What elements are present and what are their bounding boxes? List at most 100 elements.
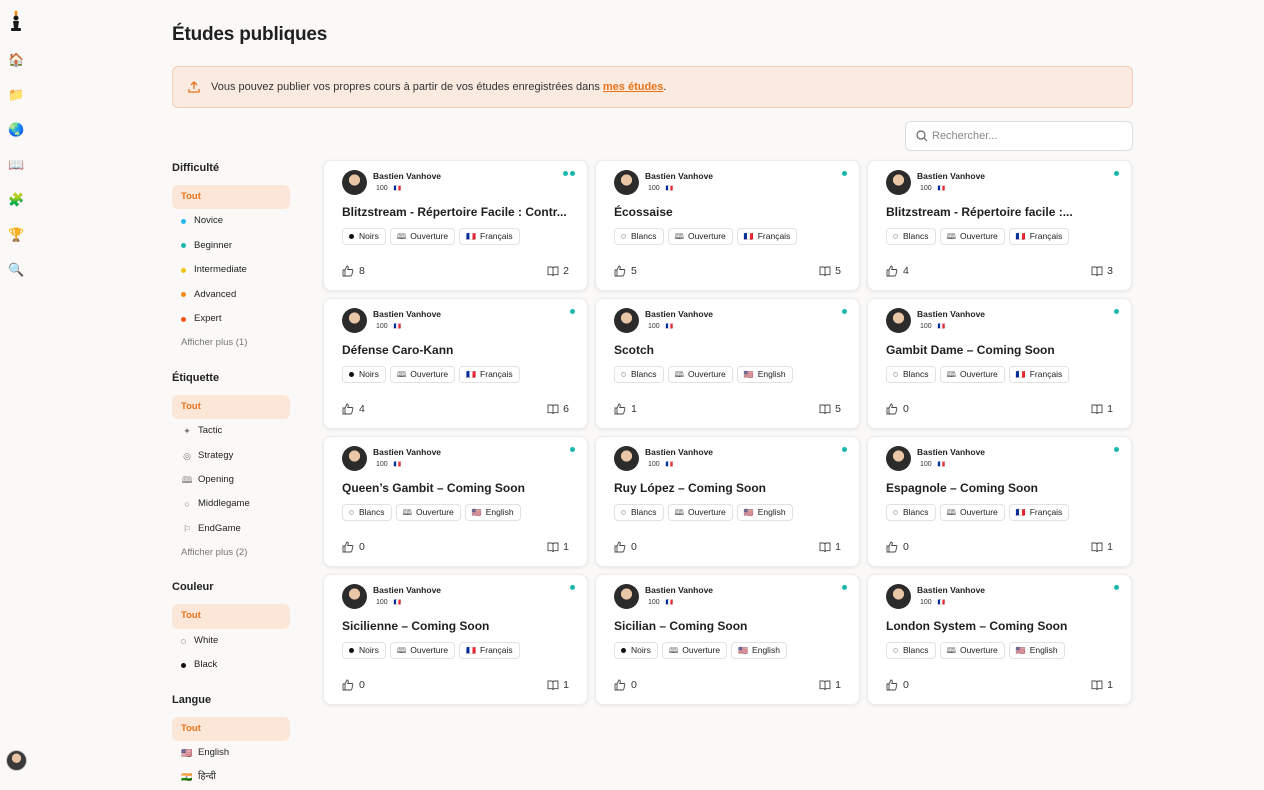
category-tag: 🕮 Ouverture	[939, 504, 1005, 521]
my-studies-link[interactable]: mes études	[603, 81, 664, 93]
filter-language-english[interactable]: 🇺🇸 English	[172, 741, 290, 765]
author-name: Bastien Vanhove	[917, 171, 986, 181]
globe-icon[interactable]: 🌏	[8, 122, 24, 138]
filter-tag-tactic[interactable]: ✦ Tactic	[172, 419, 290, 443]
filter-tag-endgame[interactable]: ⚐ EndGame	[172, 517, 290, 541]
filter-color-all[interactable]: Tout	[172, 604, 290, 629]
book-icon[interactable]: 📖	[8, 157, 24, 173]
study-card[interactable]: Bastien Vanhove 100 🇫🇷 Blitzstream - Répe…	[323, 160, 588, 291]
filter-difficulty-title: Difficulté	[172, 162, 220, 174]
study-card[interactable]: Bastien Vanhove 100 🇫🇷 Espagnole – Coming…	[867, 436, 1132, 567]
study-card[interactable]: Bastien Vanhove 100 🇫🇷 Sicilienne – Comin…	[323, 574, 588, 705]
status-dot	[842, 585, 847, 590]
home-icon[interactable]: 🏠	[8, 52, 24, 68]
book-open-icon	[547, 266, 559, 277]
study-card[interactable]: Bastien Vanhove 100 🇫🇷 Queen’s Gambit – C…	[323, 436, 588, 567]
filter-color-white[interactable]: White	[172, 629, 290, 653]
filter-tag-all[interactable]: Tout	[172, 394, 290, 420]
status-indicator	[1114, 171, 1119, 176]
filter-difficulty-novice[interactable]: Novice	[172, 209, 290, 233]
user-avatar[interactable]	[6, 750, 27, 771]
status-indicator	[842, 447, 847, 452]
filter-difficulty-all[interactable]: Tout	[172, 185, 290, 210]
filter-difficulty-beginner[interactable]: Beginner	[172, 234, 290, 258]
filter-difficulty-advanced[interactable]: Advanced	[172, 283, 290, 307]
color-dot-icon	[893, 372, 898, 377]
color-tag: Blancs	[614, 228, 664, 245]
search-input[interactable]: Rechercher...	[905, 121, 1133, 151]
banner-text: Vous pouvez publier vos propres cours à …	[211, 81, 600, 93]
status-indicator	[842, 585, 847, 590]
trophy-icon[interactable]: 🏆	[8, 227, 24, 243]
chapters: 1	[819, 541, 841, 553]
author-rating: 100 🇫🇷	[920, 185, 945, 192]
filter-difficulty-intermediate[interactable]: Intermediate	[172, 258, 290, 282]
status-dot	[570, 585, 575, 590]
study-card[interactable]: Bastien Vanhove 100 🇫🇷 Gambit Dame – Comi…	[867, 298, 1132, 429]
study-title: Blitzstream - Répertoire Facile : Contr.…	[342, 205, 567, 219]
rating-value: 100	[648, 323, 660, 330]
filter-color-black[interactable]: Black	[172, 653, 290, 677]
filter-tag-opening[interactable]: 🕮 Opening	[172, 468, 290, 492]
status-dot	[563, 171, 568, 176]
filter-label: Expert	[194, 312, 222, 324]
language-label: English	[757, 369, 786, 379]
chapters: 1	[819, 679, 841, 691]
author-rating: 100 🇫🇷	[376, 461, 401, 468]
color-tag: Noirs	[342, 366, 386, 383]
show-more-tags[interactable]: Afficher plus (2)	[172, 541, 290, 565]
study-title: Sicilienne – Coming Soon	[342, 619, 490, 633]
likes-count: 0	[359, 679, 365, 691]
status-dot	[1114, 447, 1119, 452]
book-icon: 🕮	[181, 474, 193, 485]
color-label: Blancs	[359, 507, 385, 517]
study-card[interactable]: Bastien Vanhove 100 🇫🇷 Écossaise Blancs 🕮…	[595, 160, 860, 291]
likes: 0	[342, 679, 365, 691]
author-rating: 100 🇫🇷	[920, 461, 945, 468]
language-label: Français	[757, 231, 791, 241]
color-tag: Blancs	[886, 642, 936, 659]
study-tags: Blancs 🕮 Ouverture 🇫🇷 Français	[614, 228, 798, 245]
language-label: English	[757, 507, 786, 517]
status-indicator	[1114, 447, 1119, 452]
likes-count: 0	[631, 541, 637, 553]
likes: 0	[886, 403, 909, 415]
study-card[interactable]: Bastien Vanhove 100 🇫🇷 Défense Caro-Kann …	[323, 298, 588, 429]
book-icon: 🕮	[946, 370, 956, 379]
status-indicator	[570, 447, 575, 452]
search-icon	[916, 130, 928, 142]
logo-icon[interactable]	[9, 9, 23, 33]
filter-tag-middlegame[interactable]: ○ Middlegame	[172, 492, 290, 516]
book-icon: 🕮	[674, 370, 684, 379]
status-indicator	[563, 171, 575, 176]
study-card[interactable]: Bastien Vanhove 100 🇫🇷 London System – Co…	[867, 574, 1132, 705]
magnifier-icon[interactable]: 🔍	[8, 262, 24, 278]
study-card[interactable]: Bastien Vanhove 100 🇫🇷 Ruy López – Coming…	[595, 436, 860, 567]
filter-language-hindi[interactable]: 🇮🇳 हिन्दी	[172, 765, 290, 789]
color-dot-icon	[893, 648, 898, 653]
language-flag-icon: 🇺🇸	[743, 508, 754, 517]
show-more-difficulty[interactable]: Afficher plus (1)	[172, 331, 290, 355]
color-dot-icon	[349, 372, 354, 377]
status-indicator	[570, 309, 575, 314]
color-label: Blancs	[631, 369, 657, 379]
study-tags: Blancs 🕮 Ouverture 🇫🇷 Français	[886, 366, 1070, 383]
chapters-count: 6	[563, 403, 569, 415]
author-name: Bastien Vanhove	[373, 171, 442, 181]
rating-value: 100	[376, 461, 388, 468]
filter-tag-strategy[interactable]: ◎ Strategy	[172, 444, 290, 468]
book-open-icon	[819, 542, 831, 553]
study-card[interactable]: Bastien Vanhove 100 🇫🇷 Blitzstream - Répe…	[867, 160, 1132, 291]
status-dot	[842, 171, 847, 176]
filter-language-all[interactable]: Tout	[172, 716, 290, 742]
author-name: Bastien Vanhove	[645, 585, 714, 595]
filter-difficulty-expert[interactable]: Expert	[172, 307, 290, 331]
level-dot	[181, 267, 186, 273]
study-card[interactable]: Bastien Vanhove 100 🇫🇷 Sicilian – Coming …	[595, 574, 860, 705]
folder-icon[interactable]: 📁	[8, 87, 24, 103]
study-card[interactable]: Bastien Vanhove 100 🇫🇷 Scotch Blancs 🕮 Ouv…	[595, 298, 860, 429]
author-avatar	[614, 446, 639, 471]
filters-panel: Difficulté Tout Novice Beginner Intermed…	[172, 160, 290, 790]
puzzle-icon[interactable]: 🧩	[8, 192, 24, 208]
color-label: Blancs	[903, 645, 929, 655]
